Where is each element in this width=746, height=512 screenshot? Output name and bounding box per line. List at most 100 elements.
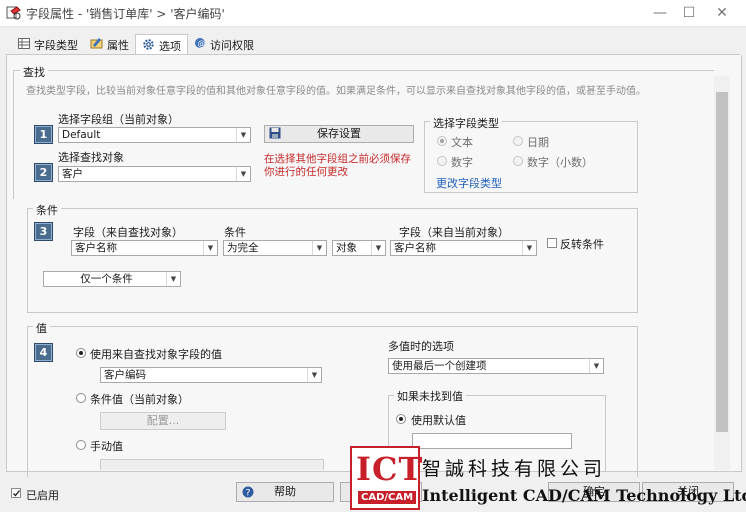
gear-icon: [142, 38, 155, 54]
svg-text:@: @: [198, 39, 206, 48]
help-button[interactable]: ? 帮助: [236, 482, 334, 502]
manual-value-input[interactable]: [100, 459, 324, 470]
properties-icon: [90, 37, 103, 52]
tab-label: 属性: [107, 38, 129, 52]
radio-use-default[interactable]: [396, 414, 406, 424]
step-badge: 3: [34, 222, 53, 241]
invert-condition-checkbox[interactable]: [547, 238, 557, 248]
lookup-object-value: 客户: [62, 168, 83, 180]
lookup-value: 客户编码: [104, 369, 146, 381]
radio-number[interactable]: [437, 156, 447, 166]
company-logo: ICT CAD/CAM: [350, 446, 424, 510]
target-select[interactable]: 对象 ▼: [332, 240, 386, 256]
col-lookup-field: 字段（来自查找对象）: [73, 226, 183, 239]
radio-date-label: 日期: [527, 136, 549, 149]
save-button-label: 保存设置: [317, 127, 361, 140]
use-lookup-label: 使用来自查找对象字段的值: [90, 348, 222, 361]
radio-conditional[interactable]: [76, 393, 86, 403]
tab-label: 选项: [159, 39, 181, 53]
chevron-down-icon: ▼: [371, 241, 385, 255]
check-icon: [13, 490, 21, 497]
conditions-group-label: 条件: [33, 202, 61, 218]
enabled-label: 已启用: [26, 489, 59, 502]
radio-date[interactable]: [513, 136, 523, 146]
lookup-object-select[interactable]: 客户 ▼: [58, 166, 251, 182]
window-title: 字段属性 - '销售订单库' > '客户编码': [26, 7, 225, 21]
invert-condition-label: 反转条件: [560, 238, 604, 251]
chevron-down-icon: ▼: [166, 272, 180, 286]
lookup-group-label: 查找: [20, 64, 48, 80]
company-watermark: ICT CAD/CAM 智誠科技有限公司 Intelligent CAD/CAM…: [350, 446, 746, 510]
configure-button[interactable]: 配置...: [100, 412, 226, 430]
radio-manual[interactable]: [76, 440, 86, 450]
field-group-select[interactable]: Default ▼: [58, 127, 251, 143]
help-button-label: 帮助: [274, 485, 296, 498]
lookup-field-select[interactable]: 客户名称 ▼: [71, 240, 218, 256]
condition-mode-value: 仅一个条件: [80, 273, 133, 285]
access-icon: @: [194, 37, 206, 52]
tab-field-type[interactable]: 字段类型: [12, 35, 84, 54]
chevron-down-icon: ▼: [203, 241, 217, 255]
chevron-down-icon: ▼: [236, 167, 250, 181]
value-group-label: 值: [33, 320, 50, 336]
current-field-value: 客户名称: [394, 242, 436, 254]
radio-use-lookup[interactable]: [76, 348, 86, 358]
chevron-down-icon: ▼: [522, 241, 536, 255]
use-default-label: 使用默认值: [411, 414, 466, 427]
tab-access[interactable]: @ 访问权限: [188, 35, 260, 54]
condition-mode-select[interactable]: 仅一个条件 ▼: [43, 271, 181, 287]
radio-decimal-label: 数字（小数）: [527, 156, 593, 169]
col-current-field: 字段（来自当前对象）: [399, 226, 509, 239]
field-type-label: 选择字段类型: [430, 115, 502, 131]
chevron-down-icon: ▼: [312, 241, 326, 255]
lookup-field-value: 客户名称: [75, 242, 117, 254]
tab-label: 字段类型: [34, 38, 78, 52]
tab-properties[interactable]: 属性: [84, 35, 135, 54]
current-field-select[interactable]: 客户名称 ▼: [390, 240, 537, 256]
table-icon: [18, 37, 30, 52]
radio-text[interactable]: [437, 136, 447, 146]
save-warning: 在选择其他字段组之前必须保存你进行的任何更改: [264, 153, 411, 178]
step-badge: 1: [34, 125, 53, 144]
company-name-en: Intelligent CAD/CAM Technology Ltd.: [422, 486, 746, 505]
chevron-down-icon: ▼: [236, 128, 250, 142]
save-settings-button[interactable]: 保存设置: [264, 125, 414, 143]
field-group-value: Default: [62, 129, 101, 141]
logo-ict-text: ICT: [356, 450, 424, 488]
radio-decimal[interactable]: [513, 156, 523, 166]
company-name-cn: 智誠科技有限公司: [422, 458, 607, 480]
radio-number-label: 数字: [451, 156, 473, 169]
change-field-type-link[interactable]: 更改字段类型: [436, 175, 502, 191]
radio-text-label: 文本: [451, 136, 473, 149]
lookup-value-select[interactable]: 客户编码 ▼: [100, 367, 322, 383]
step-badge: 4: [34, 343, 53, 362]
logo-cadcam-text: CAD/CAM: [358, 491, 417, 504]
chevron-down-icon: ▼: [589, 359, 603, 373]
multi-value-select[interactable]: 使用最后一个创建项 ▼: [388, 358, 604, 374]
enabled-checkbox[interactable]: [11, 488, 21, 498]
not-found-label: 如果未找到值: [394, 388, 466, 404]
scrollbar-thumb[interactable]: [716, 92, 728, 432]
svg-text:?: ?: [246, 489, 251, 499]
multi-value: 使用最后一个创建项: [392, 360, 487, 372]
tab-label: 访问权限: [210, 38, 254, 52]
minimize-icon[interactable]: —: [646, 4, 674, 22]
col-condition: 条件: [224, 226, 246, 239]
step-badge: 2: [34, 163, 53, 182]
close-icon[interactable]: ✕: [708, 4, 736, 22]
help-icon: ?: [242, 486, 254, 504]
maximize-icon[interactable]: ☐: [675, 4, 703, 22]
app-icon: [6, 5, 22, 21]
target-value: 对象: [336, 242, 357, 254]
lookup-description: 查找类型字段，比较当前对象任意字段的值和其他对象任意字段的值。如果满足条件，可以…: [26, 86, 646, 97]
chevron-down-icon: ▼: [307, 368, 321, 382]
lookup-object-label: 选择查找对象: [58, 151, 124, 164]
manual-label: 手动值: [90, 440, 123, 453]
field-group-label: 选择字段组（当前对象）: [58, 113, 179, 126]
save-icon: [269, 127, 281, 144]
condition-value: 为完全: [227, 242, 259, 254]
multi-value-label: 多值时的选项: [388, 340, 454, 353]
condition-select[interactable]: 为完全 ▼: [223, 240, 327, 256]
tab-options[interactable]: 选项: [135, 34, 188, 56]
conditional-label: 条件值（当前对象）: [90, 393, 189, 406]
